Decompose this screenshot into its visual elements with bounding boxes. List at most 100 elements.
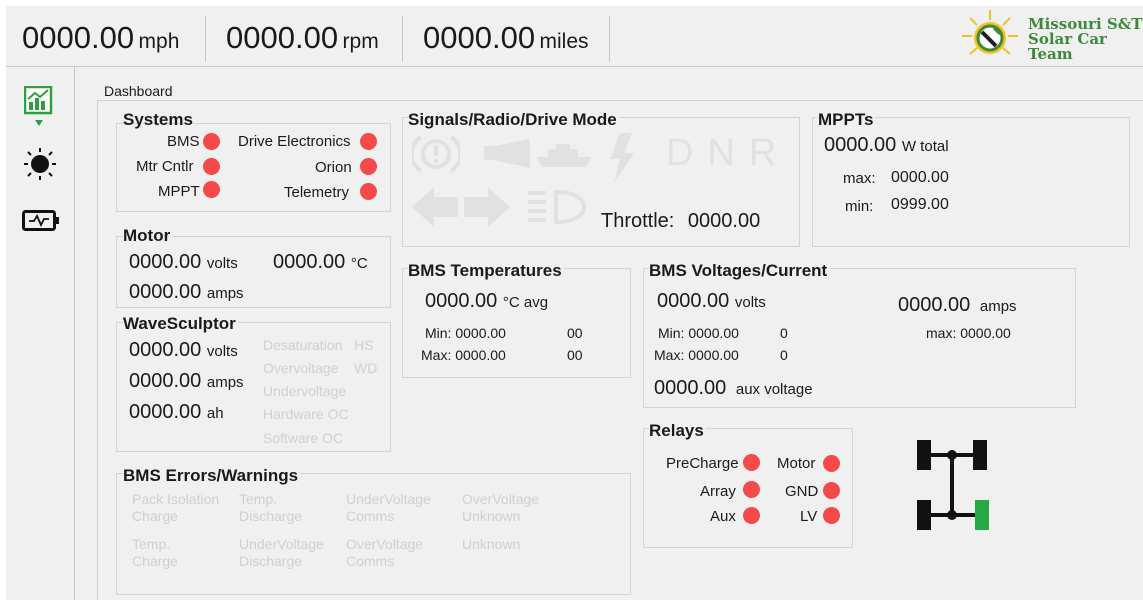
bms-error-cell: Unknown [462, 536, 520, 553]
right-arrow-icon [464, 187, 510, 227]
bms-temp-avg-unit: °C avg [502, 294, 549, 311]
error-line: Temp. [132, 536, 171, 552]
error-line: OverVoltage [346, 536, 424, 552]
window-left-edge [0, 0, 6, 600]
motor-temp-value: 0000.00 [273, 251, 346, 273]
wavesculptor-ah: 0000.00 ah [129, 401, 224, 424]
error-line: Temp. [239, 491, 278, 507]
wavesculptor-ah-value: 0000.00 [129, 401, 202, 423]
solar-car-logo-icon [962, 10, 1018, 55]
bms-amps-max: max: 0000.00 [926, 325, 1011, 341]
mppts-min-value: 0999.00 [891, 196, 949, 213]
systems-orion-label: Orion [315, 159, 352, 176]
systems-drive-electronics-indicator [360, 133, 377, 150]
systems-title: Systems [123, 110, 193, 129]
divider [205, 16, 206, 62]
bms-volts-min: Min: 0000.00 [658, 325, 739, 341]
systems-orion-indicator [360, 158, 377, 175]
throttle-readout: Throttle: 0000.00 [601, 210, 760, 233]
wavesculptor-ah-unit: ah [206, 405, 224, 422]
top-stats-bar: 0000.00 mph 0000.00 rpm 0000.00 miles Mi… [6, 6, 1143, 67]
relay-gnd-indicator [823, 482, 840, 499]
bms-error-cell: OverVoltage Comms [346, 536, 423, 570]
rpm-unit: rpm [342, 30, 379, 53]
relays-title: Relays [649, 421, 706, 441]
systems-mtr-cntlr-indicator [203, 158, 220, 175]
wavesculptor-flag-wd: WD [354, 360, 378, 376]
motor-title: Motor [123, 226, 173, 246]
rpm-readout: 0000.00 rpm [226, 20, 379, 56]
relay-precharge-label: PreCharge [666, 455, 739, 472]
relay-array-indicator [743, 481, 760, 498]
systems-bms-indicator [203, 133, 220, 150]
wavesculptor-volts: 0000.00 volts [129, 339, 238, 362]
distance-value: 0000.00 [423, 20, 536, 55]
systems-telemetry-indicator [360, 183, 377, 200]
bms-temp-max: Max: 0000.00 [421, 347, 506, 363]
bms-aux-unit: aux voltage [735, 381, 813, 398]
relay-gnd-label: GND [785, 483, 819, 500]
distance-unit: miles [539, 30, 589, 53]
speed-readout: 0000.00 mph [22, 20, 179, 56]
chart-icon[interactable] [24, 86, 54, 130]
systems-mtr-cntlr-label: Mtr Cntlr [136, 158, 194, 175]
wavesculptor-flag-undervoltage: Undervoltage [263, 383, 347, 399]
wavesculptor-amps-value: 0000.00 [129, 370, 202, 392]
throttle-value: 0000.00 [687, 210, 761, 232]
rpm-value: 0000.00 [226, 20, 339, 55]
drive-mode-indicator: DNR [666, 132, 790, 175]
bms-error-cell: UnderVoltage Comms [346, 491, 431, 525]
bms-errors-title: BMS Errors/Warnings [123, 466, 301, 486]
mppts-max-value: 0000.00 [891, 169, 949, 186]
mppts-total: 0000.00 W total [824, 134, 949, 157]
systems-bms-label: BMS [167, 133, 200, 150]
logo-line-2: Solar Car Team [1028, 30, 1107, 63]
bms-temp-min-value: 0000.00 [455, 325, 506, 341]
wavesculptor-volts-value: 0000.00 [129, 339, 202, 361]
error-line: UnderVoltage [239, 536, 324, 552]
systems-drive-electronics-label: Drive Electronics [238, 133, 351, 150]
logo-text: Missouri S&T Solar Car Team [1028, 17, 1143, 62]
motor-volts: 0000.00 volts [129, 251, 238, 274]
headlight-icon [528, 189, 587, 225]
bms-volts-value: 0000.00 [657, 290, 730, 312]
wavesculptor-flag-hardware-oc: Hardware OC [263, 406, 349, 422]
wavesculptor-amps: 0000.00 amps [129, 370, 244, 393]
error-line: Unknown [462, 508, 521, 524]
throttle-label: Throttle: [601, 210, 675, 232]
motor-amps-unit: amps [206, 285, 244, 302]
sun-icon[interactable] [23, 147, 57, 181]
wavesculptor-volts-unit: volts [206, 343, 238, 360]
hazard-icon [412, 135, 460, 173]
wavesculptor-flag-software-oc: Software OC [263, 430, 344, 446]
bms-volts-max-id: 0 [780, 347, 788, 363]
bms-volts-max-label: Max: [654, 347, 685, 363]
bms-error-cell: Pack Isolation Charge [132, 491, 219, 525]
relay-motor-label: Motor [777, 455, 816, 472]
battery-icon[interactable] [22, 209, 60, 233]
wavesculptor-flag-overvoltage: Overvoltage [263, 360, 339, 376]
drive-mode-n: N [707, 132, 749, 174]
bms-temp-min-label: Min: [425, 325, 452, 341]
bms-volts-min-value: 0000.00 [688, 325, 739, 341]
wavesculptor-flag-hs: HS [354, 337, 374, 353]
error-line: Charge [132, 553, 178, 569]
divider [609, 16, 610, 62]
bms-temp-avg: 0000.00 °C avg [425, 290, 548, 313]
mppts-max-label: max: [843, 170, 876, 187]
mppts-total-unit: W total [901, 138, 949, 155]
motor-temp-unit: °C [350, 255, 368, 272]
motor-amps: 0000.00 amps [129, 281, 244, 304]
bms-aux-value: 0000.00 [654, 377, 727, 399]
car-chassis-icon [917, 440, 989, 530]
speed-value: 0000.00 [22, 20, 135, 55]
signals-title: Signals/Radio/Drive Mode [408, 110, 619, 130]
bms-temperatures-title: BMS Temperatures [408, 261, 564, 281]
systems-telemetry-label: Telemetry [284, 184, 350, 201]
motor-volts-value: 0000.00 [129, 251, 202, 273]
motor-amps-value: 0000.00 [129, 281, 202, 303]
cruise-icon [536, 144, 592, 167]
bms-amps-max-label: max: [926, 325, 957, 341]
relay-motor-indicator [823, 455, 840, 472]
relay-lv-label: LV [800, 508, 818, 525]
